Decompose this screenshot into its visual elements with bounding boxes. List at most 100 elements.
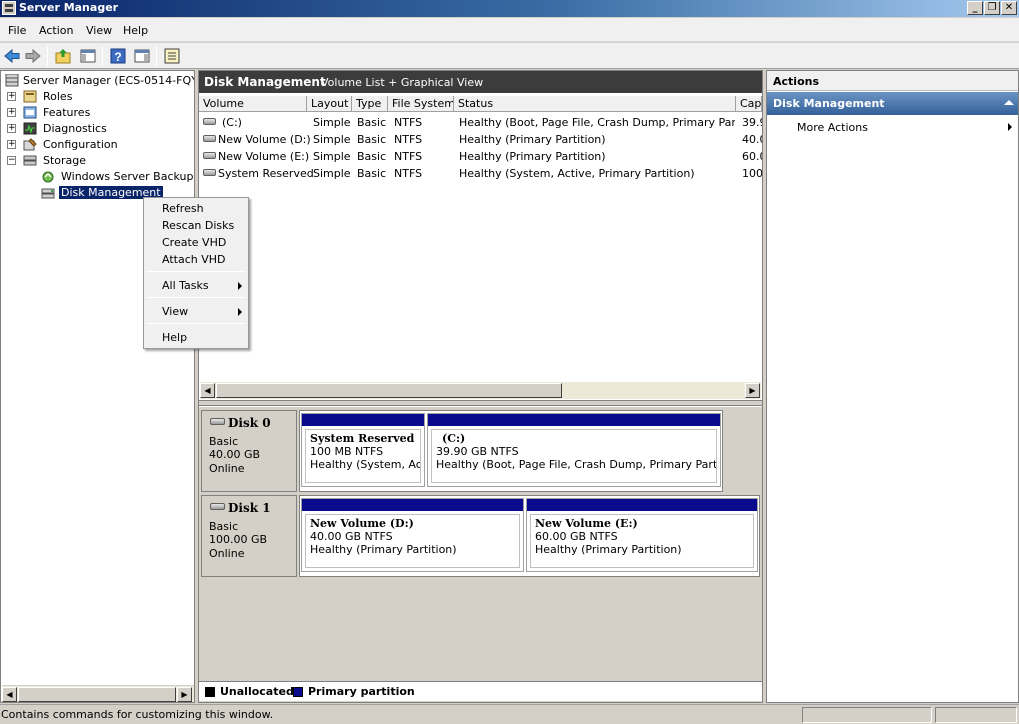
collapse-icon[interactable]: − xyxy=(7,156,16,165)
disk-management-icon xyxy=(41,188,55,199)
menu-item-help[interactable]: Help xyxy=(162,331,187,344)
status-text: Contains commands for customizing this w… xyxy=(1,708,274,721)
tree-item-roles[interactable]: + Roles xyxy=(7,89,194,105)
menu-separator xyxy=(146,297,246,298)
menu-item-attach-vhd[interactable]: Attach VHD xyxy=(162,253,225,266)
volume-type: Basic xyxy=(357,167,387,180)
partition-title: New Volume (E:) xyxy=(535,517,638,530)
back-arrow-icon[interactable] xyxy=(3,47,21,65)
tree-item-windows-server-backup[interactable]: Windows Server Backup xyxy=(41,169,194,185)
scroll-right-button[interactable]: ▶ xyxy=(745,383,760,398)
volume-row[interactable]: New Volume (E:) Simple Basic NTFS Health… xyxy=(199,148,762,165)
unallocated-swatch xyxy=(205,687,215,697)
drive-icon xyxy=(203,135,216,142)
disk-icon xyxy=(210,418,225,425)
close-button[interactable]: ✕ xyxy=(1001,1,1017,15)
volume-row[interactable]: System Reserved Simple Basic NTFS Health… xyxy=(199,165,762,182)
status-panel xyxy=(802,707,932,723)
legend-primary: Primary partition xyxy=(308,685,415,698)
svg-text:?: ? xyxy=(114,50,121,64)
partition-title: (C:) xyxy=(442,432,466,445)
volume-name: (C:) xyxy=(222,116,242,129)
more-actions-item[interactable]: More Actions xyxy=(767,118,1018,136)
scroll-left-button[interactable]: ◀ xyxy=(2,687,17,702)
tree-item-storage[interactable]: − Storage xyxy=(7,153,194,169)
up-folder-icon[interactable] xyxy=(54,47,72,65)
server-manager-icon xyxy=(2,1,16,15)
menu-help[interactable]: Help xyxy=(123,24,148,37)
disk-name: Disk 0 xyxy=(228,416,271,430)
menu-view[interactable]: View xyxy=(86,24,112,37)
backup-icon xyxy=(42,171,54,183)
menu-file[interactable]: File xyxy=(8,24,26,37)
expand-icon[interactable]: + xyxy=(7,124,16,133)
properties-icon[interactable] xyxy=(163,47,181,65)
collapse-arrow-icon[interactable] xyxy=(1004,100,1014,105)
scroll-right-button[interactable]: ▶ xyxy=(177,687,192,702)
tree-item-configuration[interactable]: + Configuration xyxy=(7,137,194,153)
menu-item-create-vhd[interactable]: Create VHD xyxy=(162,236,226,249)
partition-c[interactable]: (C:) 39.90 GB NTFS Healthy (Boot, Page F… xyxy=(427,413,721,487)
title-bar: Server Manager _ ❐ ✕ xyxy=(0,0,1019,17)
tree-label: Windows Server Backup xyxy=(61,170,194,183)
toolbar: ? xyxy=(0,43,1019,69)
tree-label: Storage xyxy=(43,154,87,167)
volume-row[interactable]: New Volume (D:) Simple Basic NTFS Health… xyxy=(199,131,762,148)
configuration-icon xyxy=(23,138,37,151)
column-type[interactable]: Type xyxy=(352,96,388,112)
disk-management-panel: Disk Management Volume List + Graphical … xyxy=(198,70,763,703)
column-status[interactable]: Status xyxy=(454,96,736,112)
tree-item-features[interactable]: + Features xyxy=(7,105,194,121)
scroll-left-button[interactable]: ◀ xyxy=(200,383,215,398)
drive-icon xyxy=(203,169,216,176)
forward-arrow-icon[interactable] xyxy=(24,47,42,65)
scroll-thumb[interactable] xyxy=(216,383,562,398)
disk-1-info[interactable]: Disk 1 Basic 100.00 GB Online xyxy=(201,495,297,577)
submenu-arrow-icon xyxy=(238,308,242,316)
partition-e[interactable]: New Volume (E:) 60.00 GB NTFS Healthy (P… xyxy=(526,498,758,572)
volume-capacity: 40.0 xyxy=(742,133,762,146)
menu-separator xyxy=(146,323,246,324)
menu-item-refresh[interactable]: Refresh xyxy=(162,202,204,215)
menu-item-rescan-disks[interactable]: Rescan Disks xyxy=(162,219,234,232)
disk-state: Online xyxy=(209,462,245,475)
volume-list-horizontal-scrollbar[interactable]: ◀ ▶ xyxy=(200,382,761,399)
show-hide-action-pane-icon[interactable] xyxy=(133,47,151,65)
expand-icon[interactable]: + xyxy=(7,140,16,149)
column-layout[interactable]: Layout xyxy=(307,96,352,112)
actions-section-disk-management[interactable]: Disk Management xyxy=(767,92,1018,115)
tree-item-diagnostics[interactable]: + Diagnostics xyxy=(7,121,194,137)
status-bar: Contains commands for customizing this w… xyxy=(0,704,1019,724)
partition-d[interactable]: New Volume (D:) 40.00 GB NTFS Healthy (P… xyxy=(301,498,524,572)
pane-splitter[interactable] xyxy=(199,400,762,406)
tree-label: Configuration xyxy=(43,138,118,151)
partition-system-reserved[interactable]: System Reserved 100 MB NTFS Healthy (Sys… xyxy=(301,413,425,487)
panel-subtitle: Volume List + Graphical View xyxy=(321,76,484,89)
disk-size: 100.00 GB xyxy=(209,533,268,546)
disk-0-info[interactable]: Disk 0 Basic 40.00 GB Online xyxy=(201,410,297,492)
volume-fs: NTFS xyxy=(394,167,423,180)
tree-horizontal-scrollbar[interactable]: ◀ ▶ xyxy=(2,685,194,702)
help-icon[interactable]: ? xyxy=(109,47,127,65)
partition-size: 100 MB NTFS xyxy=(310,445,384,458)
partition-status: Healthy (Primary Partition) xyxy=(535,543,682,556)
volume-fs: NTFS xyxy=(394,116,423,129)
expand-icon[interactable]: + xyxy=(7,92,16,101)
menu-item-view[interactable]: View xyxy=(162,305,188,318)
partition-status: Healthy (Boot, Page File, Crash Dump, Pr… xyxy=(436,458,717,471)
restore-button[interactable]: ❐ xyxy=(984,1,1000,15)
partition-size: 39.90 GB NTFS xyxy=(436,445,519,458)
tree-label: Features xyxy=(43,106,91,119)
scroll-thumb[interactable] xyxy=(18,687,176,702)
partition-size: 40.00 GB NTFS xyxy=(310,530,393,543)
menu-action[interactable]: Action xyxy=(39,24,73,37)
volume-row[interactable]: (C:) Simple Basic NTFS Healthy (Boot, Pa… xyxy=(199,114,762,131)
tree-item-server-manager[interactable]: Server Manager (ECS-0514-FQY-0014) xyxy=(5,73,194,89)
minimize-button[interactable]: _ xyxy=(967,1,983,15)
column-capacity[interactable]: Cap xyxy=(736,96,762,112)
show-hide-tree-icon[interactable] xyxy=(79,47,97,65)
column-volume[interactable]: Volume xyxy=(199,96,307,112)
column-file-system[interactable]: File System xyxy=(388,96,454,112)
menu-item-all-tasks[interactable]: All Tasks xyxy=(162,279,209,292)
expand-icon[interactable]: + xyxy=(7,108,16,117)
